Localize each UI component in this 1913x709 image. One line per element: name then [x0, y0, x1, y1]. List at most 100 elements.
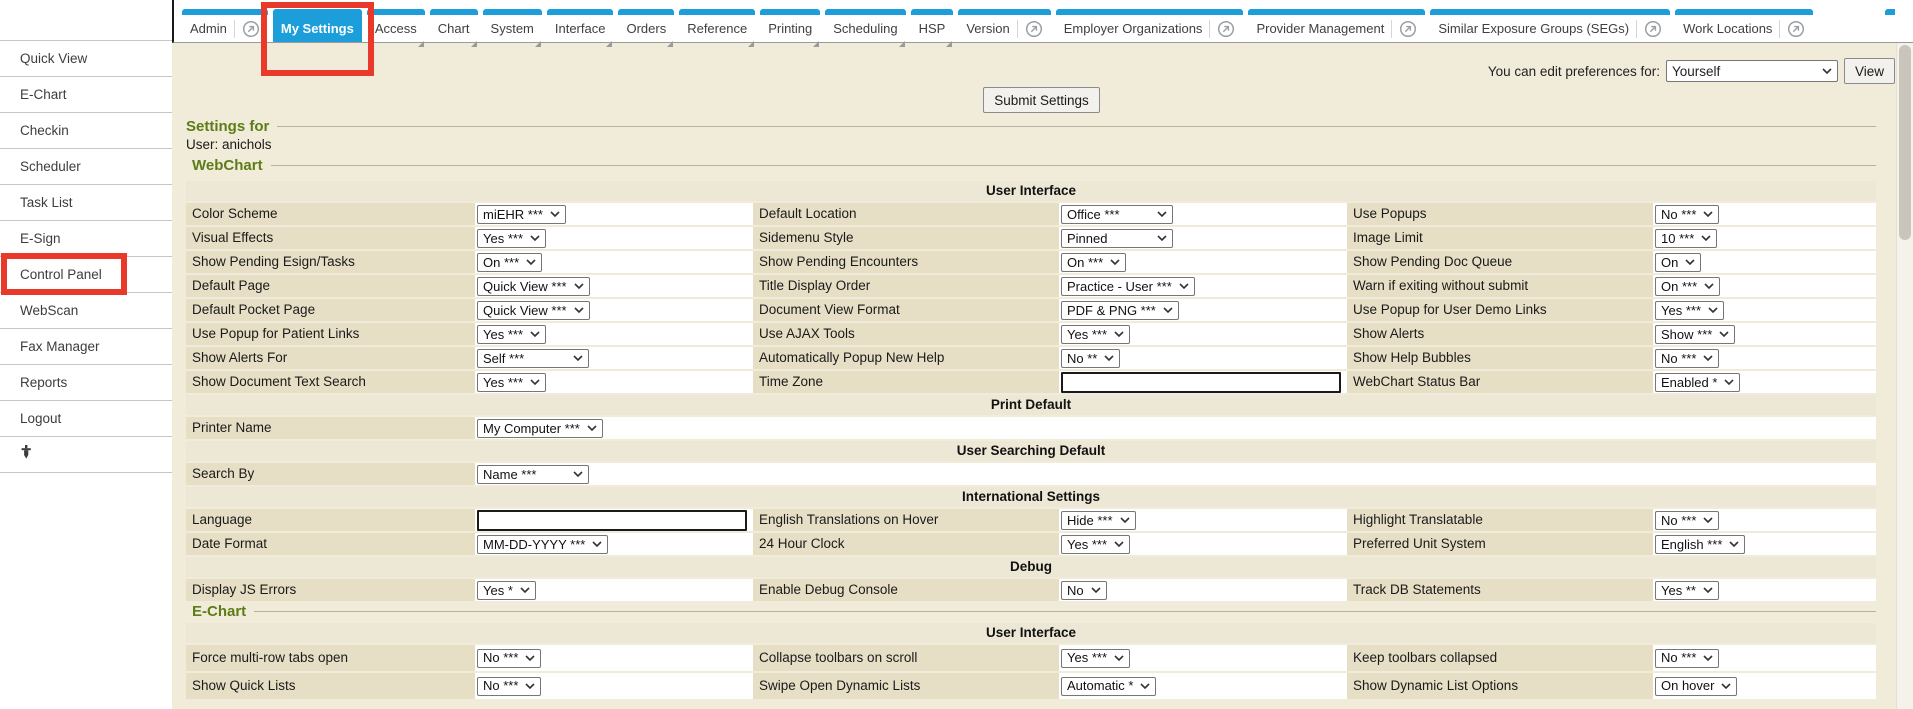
display-js-errors-select[interactable]: Yes *	[477, 581, 536, 600]
pushpin-icon[interactable]	[20, 437, 32, 472]
english-translations-on-hover-select[interactable]: Hide ***	[1061, 511, 1136, 530]
tab-interface[interactable]: Interface	[547, 9, 614, 42]
popout-icon[interactable]	[1391, 20, 1417, 38]
tab-orders[interactable]: Orders	[618, 9, 674, 42]
track-db-statements-select[interactable]: Yes **	[1655, 581, 1719, 600]
legend-rule	[271, 165, 1876, 166]
collapse-toolbars-on-scroll-select[interactable]: Yes ***	[1061, 649, 1130, 668]
popout-icon[interactable]	[234, 20, 260, 38]
submit-settings-button[interactable]: Submit Settings	[983, 87, 1100, 113]
webchart-status-bar-select[interactable]: Enabled *	[1655, 373, 1740, 392]
keep-toolbars-collapsed-select[interactable]: No ***	[1655, 649, 1719, 668]
show-help-bubbles-select[interactable]: No ***	[1655, 349, 1719, 368]
tab-work-locations[interactable]: Work Locations	[1675, 9, 1813, 42]
setting-control-cell: Yes **	[1653, 579, 1876, 601]
select-value: Yes ***	[1661, 303, 1701, 318]
force-multi-row-tabs-open-select[interactable]: No ***	[477, 649, 541, 668]
sidebar-item-webscan[interactable]: WebScan	[0, 293, 172, 329]
sidebar-item-scheduler[interactable]: Scheduler	[0, 149, 172, 185]
tab-system[interactable]: System	[483, 9, 542, 42]
tab-reference[interactable]: Reference	[679, 9, 755, 42]
sidebar-item-fax-manager[interactable]: Fax Manager	[0, 329, 172, 365]
select-value: Yes ***	[1067, 645, 1107, 671]
setting-control-cell: Yes *	[475, 579, 753, 601]
enable-debug-console-select[interactable]: No	[1061, 581, 1107, 600]
show-dynamic-list-options-select[interactable]: On hover	[1655, 677, 1737, 696]
sidebar-item-checkin[interactable]: Checkin	[0, 113, 172, 149]
show-alerts-select[interactable]: Show ***	[1655, 325, 1735, 344]
show-pending-encounters-select[interactable]: On ***	[1061, 253, 1126, 272]
use-popup-for-user-demo-links-select[interactable]: Yes ***	[1655, 301, 1724, 320]
tab-scheduling[interactable]: Scheduling	[825, 9, 905, 42]
warn-if-exiting-without-submit-select[interactable]: On ***	[1655, 277, 1720, 296]
select-value: My Computer ***	[483, 421, 580, 436]
tab-similar-exposure-groups-segs[interactable]: Similar Exposure Groups (SEGs)	[1430, 9, 1670, 42]
automatically-popup-new-help-select[interactable]: No **	[1061, 349, 1120, 368]
language-input[interactable]	[477, 510, 747, 531]
show-pending-esign-tasks-select[interactable]: On ***	[477, 253, 542, 272]
sidebar-item-quick-view[interactable]: Quick View	[0, 41, 172, 77]
sidebar-item-e-chart[interactable]: E-Chart	[0, 77, 172, 113]
popout-icon[interactable]	[1017, 20, 1043, 38]
tab-label: Version	[966, 21, 1009, 36]
scrollbar-thumb[interactable]	[1899, 45, 1911, 240]
default-pocket-page-select[interactable]: Quick View ***	[477, 301, 590, 320]
use-popups-select[interactable]: No ***	[1655, 205, 1719, 224]
sidebar-item-reports[interactable]: Reports	[0, 365, 172, 401]
tab-employer-organizations[interactable]: Employer Organizations	[1056, 9, 1244, 42]
tab-access[interactable]: Access	[367, 9, 425, 42]
edit-preferences-for-select[interactable]: Yourself	[1666, 60, 1838, 82]
use-popup-for-patient-links-select[interactable]: Yes ***	[477, 325, 546, 344]
show-pending-doc-queue-select[interactable]: On	[1655, 253, 1701, 272]
search-by-select[interactable]: Name ***	[477, 465, 589, 484]
setting-label: Color Scheme	[186, 203, 475, 225]
select-value: Yes ***	[483, 231, 523, 246]
show-quick-lists-select[interactable]: No ***	[477, 677, 541, 696]
select-value: No ***	[1661, 513, 1696, 528]
visual-effects-select[interactable]: Yes ***	[477, 229, 546, 248]
swipe-open-dynamic-lists-select[interactable]: Automatic *	[1061, 677, 1156, 696]
printer-name-select[interactable]: My Computer ***	[477, 419, 603, 438]
default-location-select[interactable]: Office ***	[1061, 205, 1173, 224]
tab-chart[interactable]: Chart	[430, 9, 478, 42]
tab-label: Access	[375, 21, 417, 36]
tab-provider-management[interactable]: Provider Management	[1248, 9, 1425, 42]
select-value: No ***	[483, 673, 518, 699]
sidemenu-style-select[interactable]: Pinned	[1061, 229, 1173, 248]
tab-overflow-stub[interactable]	[1885, 9, 1895, 42]
sidebar-pin-row[interactable]	[0, 437, 172, 473]
tab-hsp[interactable]: HSP	[911, 9, 954, 42]
show-document-text-search-select[interactable]: Yes ***	[477, 373, 546, 392]
tab-admin[interactable]: Admin	[182, 9, 268, 42]
sidebar-item-e-sign[interactable]: E-Sign	[0, 221, 172, 257]
color-scheme-select[interactable]: miEHR ***	[477, 205, 566, 224]
tab-label: Reference	[687, 21, 747, 36]
document-view-format-select[interactable]: PDF & PNG ***	[1061, 301, 1179, 320]
image-limit-select[interactable]: 10 ***	[1655, 229, 1717, 248]
highlight-translatable-select[interactable]: No ***	[1655, 511, 1719, 530]
popout-icon[interactable]	[1779, 20, 1805, 38]
24-hour-clock-select[interactable]: Yes ***	[1061, 535, 1130, 554]
tab-my-settings[interactable]: My Settings	[273, 9, 362, 42]
dropdown-corner-icon	[748, 41, 754, 47]
default-page-select[interactable]: Quick View ***	[477, 277, 590, 296]
popout-icon[interactable]	[1636, 20, 1662, 38]
sidebar-item-logout[interactable]: Logout	[0, 401, 172, 437]
tab-label: My Settings	[281, 21, 354, 36]
vertical-scrollbar[interactable]	[1896, 43, 1913, 709]
sidebar-item-control-panel[interactable]: Control Panel	[0, 257, 172, 293]
view-button[interactable]: View	[1844, 58, 1895, 84]
use-ajax-tools-select[interactable]: Yes ***	[1061, 325, 1130, 344]
chevron-down-icon	[1703, 587, 1713, 593]
setting-control-cell: No ***	[1653, 347, 1876, 369]
tab-printing[interactable]: Printing	[760, 9, 820, 42]
tab-version[interactable]: Version	[958, 9, 1050, 42]
chevron-down-icon	[1163, 307, 1173, 313]
title-display-order-select[interactable]: Practice - User ***	[1061, 277, 1195, 296]
time-zone-input[interactable]	[1061, 372, 1341, 393]
sidebar-item-task-list[interactable]: Task List	[0, 185, 172, 221]
show-alerts-for-select[interactable]: Self ***	[477, 349, 589, 368]
date-format-select[interactable]: MM-DD-YYYY ***	[477, 535, 608, 554]
preferred-unit-system-select[interactable]: English ***	[1655, 535, 1745, 554]
popout-icon[interactable]	[1209, 20, 1235, 38]
